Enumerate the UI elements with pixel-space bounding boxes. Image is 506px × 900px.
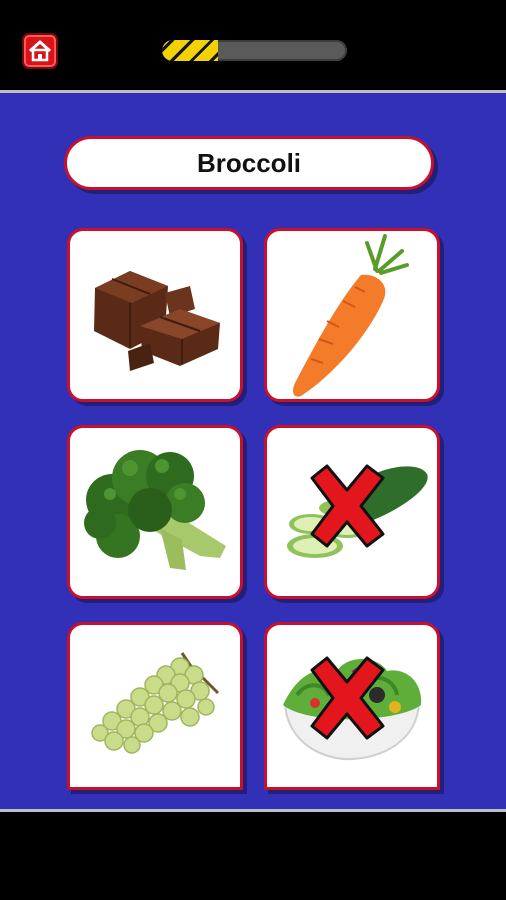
progress-bar (162, 40, 347, 61)
home-icon (28, 40, 52, 62)
answer-card-salad[interactable] (264, 622, 440, 790)
progress-fill (162, 40, 218, 61)
wrong-answer-cross-icon (310, 656, 385, 740)
bottom-bar (0, 812, 506, 900)
broccoli-image (84, 450, 226, 570)
home-button[interactable] (22, 33, 58, 69)
quiz-board: Broccoli (0, 93, 506, 809)
grapes-image (91, 652, 220, 754)
chocolate-image (94, 271, 220, 371)
answer-card-carrot[interactable] (264, 228, 440, 402)
answer-card-chocolate[interactable] (67, 228, 243, 402)
carrot-image (293, 234, 409, 397)
target-word-banner: Broccoli (64, 136, 434, 190)
answer-card-cucumber[interactable] (264, 425, 440, 599)
top-bar (0, 0, 506, 92)
target-word: Broccoli (196, 147, 302, 178)
wrong-answer-cross-icon (310, 464, 385, 548)
answer-card-broccoli[interactable] (67, 425, 243, 599)
answer-card-grapes[interactable] (67, 622, 243, 790)
